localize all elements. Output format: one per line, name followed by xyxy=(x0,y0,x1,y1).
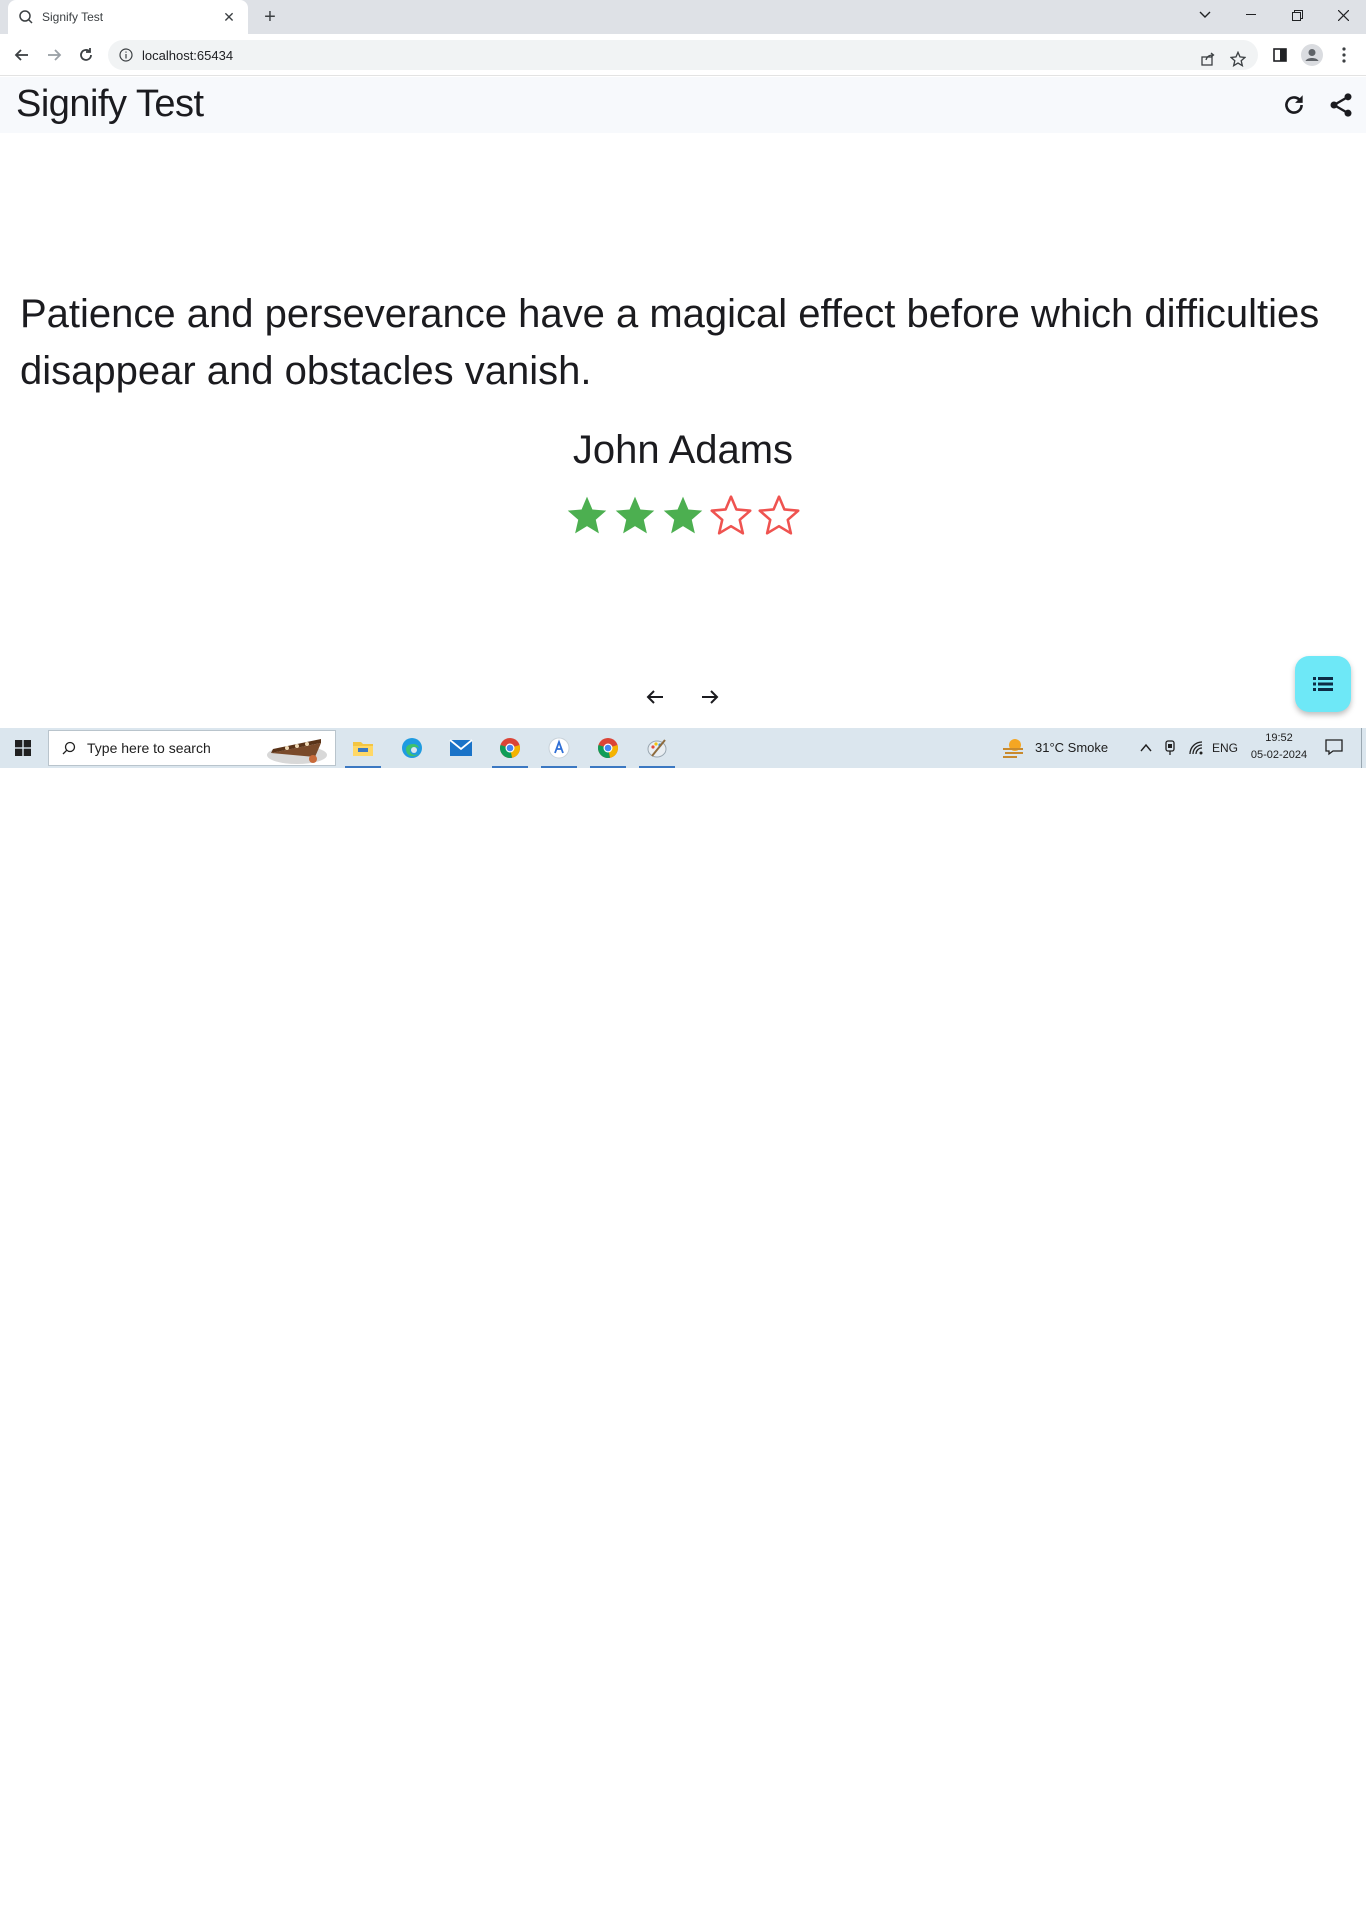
app-bar: Signify Test xyxy=(0,77,1366,133)
taskbar-clock[interactable]: 19:52 05-02-2024 xyxy=(1238,730,1320,764)
bookmark-star-icon[interactable] xyxy=(1229,50,1247,72)
language-indicator[interactable]: ENG xyxy=(1212,741,1238,755)
network-icon[interactable] xyxy=(1188,740,1204,761)
side-panel-icon[interactable] xyxy=(1268,43,1292,67)
taskbar-search-input[interactable]: Type here to search xyxy=(48,730,336,766)
weather-icon[interactable] xyxy=(1001,737,1025,759)
page-title: Signify Test xyxy=(16,83,204,125)
share-page-icon[interactable] xyxy=(1200,51,1216,72)
search-placeholder: Type here to search xyxy=(87,740,211,756)
star-empty-icon[interactable] xyxy=(707,491,755,539)
list-fab-button[interactable] xyxy=(1295,656,1351,712)
star-filled-icon[interactable] xyxy=(611,491,659,539)
weather-text[interactable]: 31°C Smoke xyxy=(1035,740,1108,755)
site-info-icon[interactable] xyxy=(118,47,134,63)
windows-start-icon[interactable] xyxy=(0,728,46,768)
restore-button[interactable] xyxy=(1274,0,1320,30)
chrome-icon[interactable] xyxy=(490,728,530,768)
paint-icon[interactable] xyxy=(637,728,677,768)
mail-icon[interactable] xyxy=(441,728,481,768)
previous-arrow-icon[interactable] xyxy=(641,683,669,711)
windows-taskbar: Type here to search 31°C Smoke ENG 19:52… xyxy=(0,728,1366,768)
app-store-icon[interactable] xyxy=(539,728,579,768)
refresh-icon[interactable] xyxy=(1278,89,1310,121)
browser-tab[interactable]: Signify Test ✕ xyxy=(8,0,248,34)
star-filled-icon[interactable] xyxy=(563,491,611,539)
minimize-button[interactable] xyxy=(1228,0,1274,30)
file-explorer-icon[interactable] xyxy=(343,728,383,768)
edge-icon[interactable] xyxy=(392,728,432,768)
tab-title: Signify Test xyxy=(42,10,104,24)
next-arrow-icon[interactable] xyxy=(696,683,724,711)
back-arrow-icon[interactable] xyxy=(10,43,34,67)
globe-icon xyxy=(18,9,34,25)
quote-author: John Adams xyxy=(572,428,794,472)
star-rating[interactable] xyxy=(563,491,803,539)
browser-toolbar: localhost:65434 xyxy=(0,34,1366,76)
url-text: localhost:65434 xyxy=(142,47,234,63)
tab-close-icon[interactable]: ✕ xyxy=(220,9,238,26)
browser-menu-icon[interactable] xyxy=(1332,43,1356,67)
browser-tab-strip: Signify Test ✕ + xyxy=(0,0,1366,34)
chrome-icon-2[interactable] xyxy=(588,728,628,768)
chevron-up-icon[interactable] xyxy=(1139,741,1153,759)
search-icon xyxy=(61,740,77,756)
share-icon[interactable] xyxy=(1325,89,1357,121)
quote-text: Patience and perseverance have a magical… xyxy=(20,292,1320,393)
pie-doodle-icon xyxy=(267,739,327,764)
notification-icon[interactable] xyxy=(1325,738,1343,761)
tab-search-icon[interactable] xyxy=(1182,0,1228,30)
close-window-button[interactable] xyxy=(1320,0,1366,30)
meet-now-icon[interactable] xyxy=(1163,740,1177,761)
reload-icon[interactable] xyxy=(74,43,98,67)
clock-date: 05-02-2024 xyxy=(1250,749,1308,761)
star-filled-icon[interactable] xyxy=(659,491,707,539)
profile-avatar-icon[interactable] xyxy=(1300,43,1324,67)
star-empty-icon[interactable] xyxy=(755,491,803,539)
list-icon xyxy=(1313,677,1333,691)
new-tab-button[interactable]: + xyxy=(258,6,282,28)
show-desktop-divider[interactable] xyxy=(1361,728,1362,768)
forward-arrow-icon[interactable] xyxy=(42,43,66,67)
address-bar[interactable]: localhost:65434 xyxy=(108,40,1258,70)
clock-time: 19:52 xyxy=(1265,732,1293,744)
